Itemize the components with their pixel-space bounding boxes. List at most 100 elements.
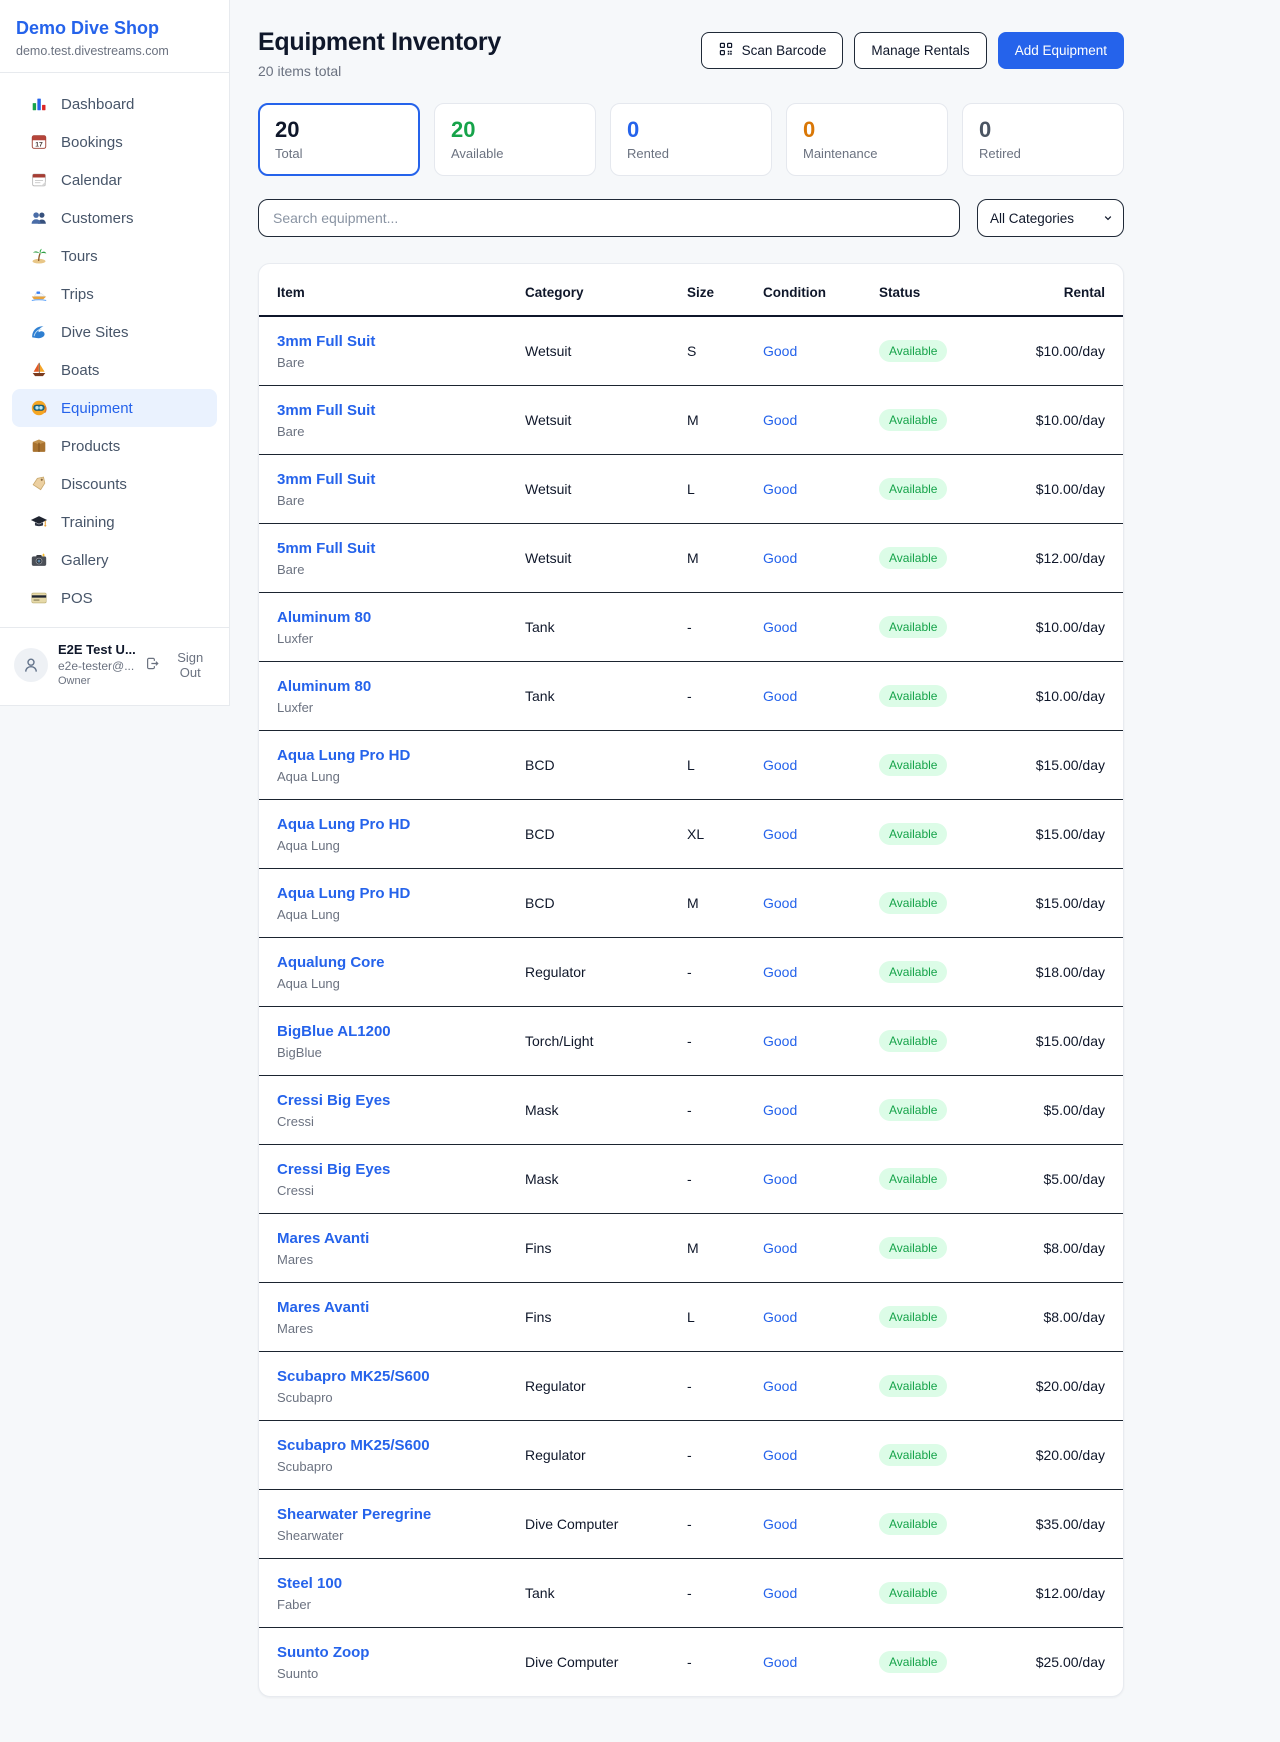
item-name-link[interactable]: Aqualung Core [277,953,385,972]
item-name-link[interactable]: Steel 100 [277,1574,342,1593]
sidebar-item-customers[interactable]: Customers [12,199,217,237]
table-row: Aqua Lung Pro HD Aqua Lung BCD M Good Av… [259,869,1123,938]
item-category: Fins [525,1240,687,1256]
item-condition-link[interactable]: Good [763,964,879,980]
item-condition-link[interactable]: Good [763,895,879,911]
item-rental-rate: $8.00/day [999,1240,1105,1256]
status-badge: Available [879,1099,947,1121]
scan-barcode-label: Scan Barcode [742,43,827,58]
item-name-link[interactable]: Aqua Lung Pro HD [277,884,410,903]
item-name-link[interactable]: Mares Avanti [277,1298,369,1317]
status-badge: Available [879,961,947,983]
item-name-link[interactable]: Aluminum 80 [277,608,371,627]
item-name-link[interactable]: Scubapro MK25/S600 [277,1367,430,1386]
item-condition-link[interactable]: Good [763,688,879,704]
brand: Demo Dive Shop demo.test.divestreams.com [0,0,229,72]
status-badge: Available [879,1582,947,1604]
sidebar-item-dashboard[interactable]: Dashboard [12,85,217,123]
item-name-link[interactable]: Aqua Lung Pro HD [277,815,410,834]
item-name-link[interactable]: 5mm Full Suit [277,539,375,558]
category-select[interactable]: All Categories [977,199,1124,237]
item-condition-link[interactable]: Good [763,1309,879,1325]
person-icon [21,655,41,675]
item-condition-link[interactable]: Good [763,1654,879,1670]
item-size: - [687,1378,763,1394]
item-name-link[interactable]: 3mm Full Suit [277,470,375,489]
sign-out-button[interactable]: Sign Out [145,650,215,680]
item-name-link[interactable]: 3mm Full Suit [277,401,375,420]
sidebar-item-pos[interactable]: POS [12,579,217,617]
item-size: - [687,688,763,704]
item-name-link[interactable]: Aqua Lung Pro HD [277,746,410,765]
stat-card-maintenance[interactable]: 0 Maintenance [786,103,948,176]
item-name-link[interactable]: Mares Avanti [277,1229,369,1248]
item-condition-link[interactable]: Good [763,757,879,773]
item-condition-link[interactable]: Good [763,1516,879,1532]
item-condition-link[interactable]: Good [763,1585,879,1601]
item-category: Torch/Light [525,1033,687,1049]
stat-card-total[interactable]: 20 Total [258,103,420,176]
item-rental-rate: $18.00/day [999,964,1105,980]
scan-barcode-button[interactable]: Scan Barcode [701,32,844,69]
sidebar-item-calendar[interactable]: Calendar [12,161,217,199]
item-rental-rate: $25.00/day [999,1654,1105,1670]
sidebar-item-training[interactable]: Training [12,503,217,541]
sidebar-item-boats[interactable]: Boats [12,351,217,389]
item-name-link[interactable]: Cressi Big Eyes [277,1091,390,1110]
search-input[interactable] [258,199,960,237]
item-condition-link[interactable]: Good [763,550,879,566]
graduation-cap-icon [30,513,48,531]
item-cell: Mares Avanti Mares [277,1298,525,1336]
item-brand: Shearwater [277,1528,525,1543]
item-condition-link[interactable]: Good [763,1447,879,1463]
item-name-link[interactable]: Scubapro MK25/S600 [277,1436,430,1455]
item-name-link[interactable]: 3mm Full Suit [277,332,375,351]
stat-value: 0 [627,117,755,143]
item-name-link[interactable]: BigBlue AL1200 [277,1022,391,1041]
stat-card-retired[interactable]: 0 Retired [962,103,1124,176]
sidebar-item-equipment[interactable]: Equipment [12,389,217,427]
manage-rentals-button[interactable]: Manage Rentals [854,32,986,69]
sidebar-item-trips[interactable]: Trips [12,275,217,313]
sidebar-item-gallery[interactable]: Gallery [12,541,217,579]
stat-label: Available [451,146,579,161]
sidebar-item-bookings[interactable]: 17 Bookings [12,123,217,161]
item-brand: Bare [277,562,525,577]
item-cell: Steel 100 Faber [277,1574,525,1612]
sidebar-item-discounts[interactable]: Discounts [12,465,217,503]
item-condition-link[interactable]: Good [763,1240,879,1256]
item-name-link[interactable]: Cressi Big Eyes [277,1160,390,1179]
item-name-link[interactable]: Aluminum 80 [277,677,371,696]
add-equipment-button[interactable]: Add Equipment [998,32,1124,69]
item-name-link[interactable]: Shearwater Peregrine [277,1505,431,1524]
item-condition-link[interactable]: Good [763,1102,879,1118]
item-rental-rate: $12.00/day [999,1585,1105,1601]
sidebar-item-tours[interactable]: Tours [12,237,217,275]
item-name-link[interactable]: Suunto Zoop [277,1643,369,1662]
item-brand: Scubapro [277,1390,525,1405]
item-cell: Aqualung Core Aqua Lung [277,953,525,991]
item-category: BCD [525,826,687,842]
item-condition-link[interactable]: Good [763,826,879,842]
item-condition-link[interactable]: Good [763,481,879,497]
table-row: Mares Avanti Mares Fins L Good Available… [259,1283,1123,1352]
table-row: Aluminum 80 Luxfer Tank - Good Available… [259,593,1123,662]
item-condition-link[interactable]: Good [763,412,879,428]
stat-card-rented[interactable]: 0 Rented [610,103,772,176]
sidebar-item-products[interactable]: Products [12,427,217,465]
item-brand: Luxfer [277,700,525,715]
stat-card-available[interactable]: 20 Available [434,103,596,176]
item-brand: Bare [277,355,525,370]
item-condition-link[interactable]: Good [763,1033,879,1049]
item-condition-link[interactable]: Good [763,1378,879,1394]
stat-label: Total [275,146,403,161]
item-condition-link[interactable]: Good [763,1171,879,1187]
status-cell: Available [879,1030,999,1052]
item-brand: Aqua Lung [277,769,525,784]
table-row: Mares Avanti Mares Fins M Good Available… [259,1214,1123,1283]
item-condition-link[interactable]: Good [763,619,879,635]
page-header: Equipment Inventory 20 items total Scan … [258,28,1124,79]
column-header-item: Item [277,264,525,315]
sidebar-item-dive-sites[interactable]: Dive Sites [12,313,217,351]
item-condition-link[interactable]: Good [763,343,879,359]
